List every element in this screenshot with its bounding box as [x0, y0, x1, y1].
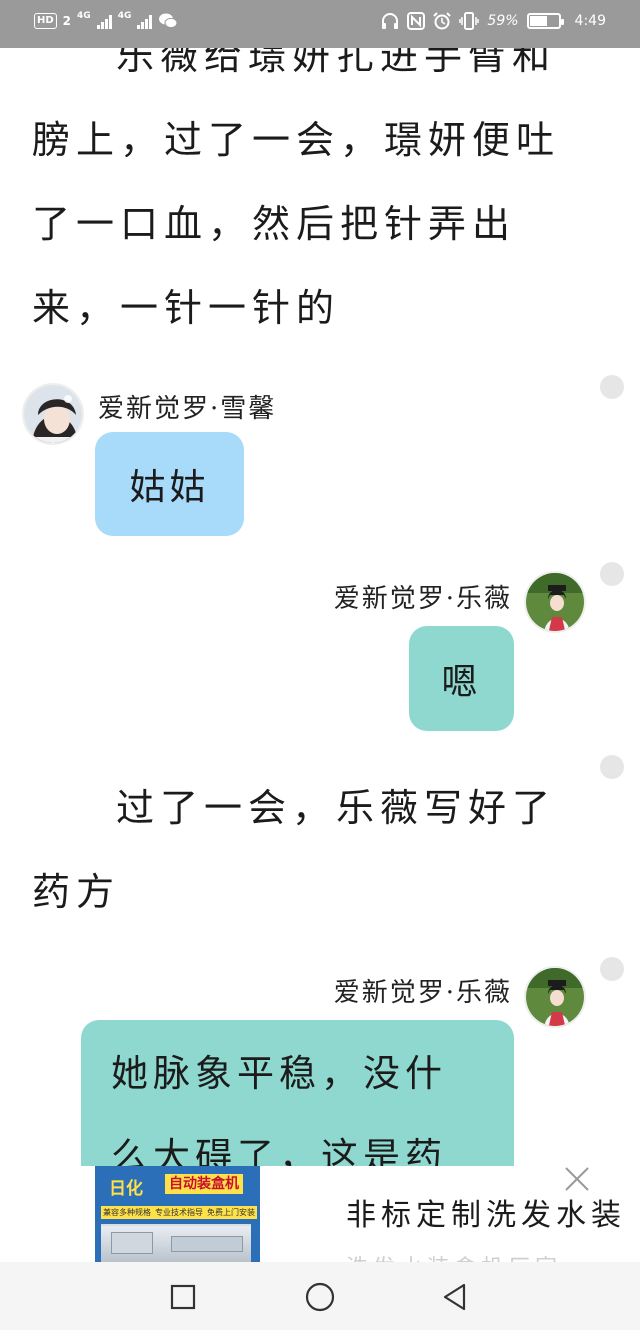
- narration-line: 来，一针一针的: [32, 286, 341, 330]
- ad-brand-tagline: 自动装盒机: [165, 1174, 243, 1194]
- network-type-1: 4G: [77, 10, 91, 21]
- ad-tag: 专业技术指导: [153, 1206, 205, 1219]
- narration-paragraph: 过了一会，乐薇写好了 药方: [32, 766, 577, 934]
- narration-line: 膀上，过了一会，璟妍便吐: [32, 118, 561, 162]
- sender-name: 爱新觉罗·乐薇: [333, 978, 512, 1008]
- avatar-image: [526, 968, 584, 1026]
- headphones-icon: [382, 13, 399, 29]
- nfc-icon: [407, 12, 426, 30]
- message-bubble[interactable]: 嗯: [409, 626, 514, 731]
- message-text: 嗯: [441, 661, 482, 703]
- clock: 4:49: [574, 13, 606, 29]
- comment-dot[interactable]: [600, 957, 624, 981]
- status-bar: HD 2 4G 4G 59% 4:49: [0, 0, 640, 48]
- close-icon[interactable]: [564, 1166, 590, 1192]
- ad-banner[interactable]: 日化 自动装盒机 兼容多种规格 专业技术指导 免费上门安装 非标定制洗发水装 洗…: [0, 1166, 640, 1262]
- ad-image[interactable]: 日化 自动装盒机 兼容多种规格 专业技术指导 免费上门安装: [95, 1166, 260, 1262]
- machine-illustration: [101, 1224, 251, 1262]
- home-button[interactable]: [303, 1280, 337, 1314]
- narration-line: 乐薇给璟妍扎进手臂和: [116, 48, 557, 78]
- vibrate-icon: [459, 12, 480, 30]
- signal-icon-2: [137, 13, 153, 29]
- message-bubble[interactable]: 姑姑: [95, 432, 244, 536]
- narration-line: 药方: [32, 870, 121, 914]
- network-type-2: 4G: [117, 10, 132, 21]
- signal-icon: [96, 13, 112, 29]
- message-text-line: 她脉象平稳，没什: [111, 1052, 447, 1095]
- ad-brand: 日化: [109, 1179, 143, 1199]
- narration-line: 过了一会，乐薇写好了: [116, 786, 557, 830]
- alarm-icon: [433, 12, 452, 30]
- recents-button[interactable]: [166, 1280, 200, 1314]
- battery-icon: [526, 13, 564, 29]
- system-nav-bar: [0, 1262, 640, 1330]
- narration-paragraph: 乐薇给璟妍扎进手臂和 膀上，过了一会，璟妍便吐 了一口血，然后把针弄出 来，一针…: [32, 48, 577, 350]
- story-content[interactable]: 乐薇给璟妍扎进手臂和 膀上，过了一会，璟妍便吐 了一口血，然后把针弄出 来，一针…: [0, 48, 640, 1262]
- back-button[interactable]: [438, 1280, 472, 1314]
- hd-badge: HD: [34, 13, 57, 29]
- recents-icon: [170, 1284, 196, 1310]
- status-right: 59% 4:49: [381, 12, 606, 30]
- narration-line: 了一口血，然后把针弄出: [32, 202, 517, 246]
- comment-dot[interactable]: [600, 375, 624, 399]
- avatar-image: [526, 573, 584, 631]
- avatar-image: [24, 385, 82, 443]
- battery-percent: 59%: [487, 13, 519, 29]
- sender-name: 爱新觉罗·乐薇: [333, 584, 512, 614]
- avatar-lewei[interactable]: [524, 966, 586, 1028]
- back-icon: [443, 1283, 466, 1311]
- sender-name: 爱新觉罗·雪馨: [98, 394, 277, 424]
- status-left: HD 2 4G 4G: [34, 10, 178, 30]
- ad-title[interactable]: 非标定制洗发水装: [346, 1190, 626, 1234]
- home-icon: [305, 1282, 335, 1312]
- message-text: 姑姑: [129, 467, 210, 508]
- ad-subtitle: 洗发水装盒机厂家: [346, 1250, 562, 1262]
- comment-dot[interactable]: [600, 755, 624, 779]
- sim-number: 2: [62, 14, 72, 28]
- wechat-icon: [159, 13, 178, 29]
- comment-dot[interactable]: [600, 562, 624, 586]
- avatar-xuexin[interactable]: [22, 383, 84, 445]
- ad-tag: 免费上门安装: [205, 1206, 257, 1219]
- avatar-lewei[interactable]: [524, 571, 586, 633]
- ad-tag: 兼容多种规格: [101, 1206, 153, 1219]
- battery-fill: [529, 16, 548, 26]
